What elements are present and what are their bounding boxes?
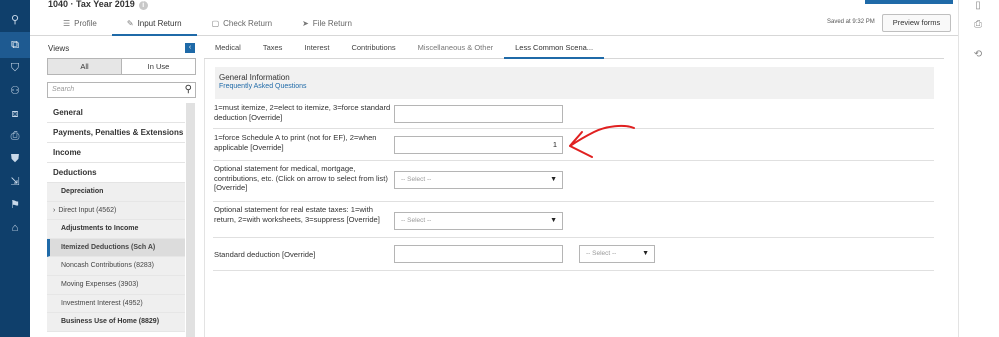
- form-panel: General Information Frequently Asked Que…: [204, 59, 944, 337]
- building-icon[interactable]: ⌂: [7, 220, 23, 236]
- list-item[interactable]: Depreciation: [47, 183, 185, 202]
- preview-forms-button[interactable]: Preview forms: [882, 14, 951, 32]
- clipboard-icon[interactable]: ⎙: [971, 19, 985, 33]
- login-icon[interactable]: ⇲: [7, 174, 23, 190]
- form-row-itemize: 1=must itemize, 2=elect to itemize, 3=fo…: [213, 100, 934, 129]
- chevron-right-icon[interactable]: ›: [53, 207, 55, 214]
- tab-contributions[interactable]: Contributions: [340, 38, 406, 59]
- list-icon: ☰: [63, 19, 71, 28]
- real-estate-taxes-label: Optional statement for real estate taxes…: [214, 205, 380, 224]
- chevron-down-icon: ▼: [550, 217, 557, 224]
- list-item[interactable]: Business Use of Home (8829): [47, 313, 185, 332]
- tab-less-common[interactable]: Less Common Scena...: [504, 38, 605, 59]
- search-icon[interactable]: ⚲: [7, 12, 23, 28]
- filter-all-button[interactable]: All: [48, 59, 122, 74]
- workflow-tabs: ☰ Profile ✎ Input Return ▢ Check Return ➤ Fi…: [48, 14, 367, 36]
- document-icon: ▢: [211, 19, 220, 28]
- schedule-a-label: 1=force Schedule A to print (not for EF)…: [214, 133, 377, 152]
- return-header: 1040 · Tax Year 2019 i ☰ Profile ✎ Input Re…: [30, 0, 958, 36]
- medical-statement-select[interactable]: -- Select -- ▼: [394, 171, 563, 189]
- standard-deduction-input[interactable]: [394, 245, 563, 263]
- returns-icon[interactable]: ⧉: [0, 32, 30, 58]
- tab-file-return[interactable]: ➤ File Return: [287, 14, 367, 36]
- filter-in-use-button[interactable]: In Use: [122, 59, 195, 74]
- tab-interest[interactable]: Interest: [293, 38, 340, 59]
- collapse-sidebar-icon[interactable]: ‹: [185, 43, 195, 53]
- layers-icon[interactable]: ⧈: [7, 106, 23, 122]
- page-title: 1040 · Tax Year 2019 i: [48, 0, 148, 10]
- form-row-schedule-a: 1=force Schedule A to print (not for EF)…: [213, 129, 934, 161]
- list-item[interactable]: Noncash Contributions (8283): [47, 257, 185, 276]
- list-item[interactable]: General: [47, 103, 185, 123]
- flag-icon[interactable]: ⚑: [7, 197, 23, 213]
- section-header: General Information Frequently Asked Que…: [215, 67, 934, 99]
- section-tabs: Medical Taxes Interest Contributions Mis…: [204, 38, 944, 59]
- medical-statement-label: Optional statement for medical, mortgage…: [214, 164, 388, 192]
- info-icon[interactable]: i: [138, 1, 148, 10]
- views-sidebar: Views ‹ All In Use Search ⚲ General Paym…: [44, 38, 196, 337]
- saved-status: Saved at 9:32 PM: [827, 19, 875, 25]
- list-item[interactable]: Payments, Penalties & Extensions: [47, 123, 185, 143]
- tag-icon[interactable]: ⛊: [7, 151, 23, 167]
- clipboard-icon[interactable]: ⎙: [7, 128, 23, 144]
- chevron-down-icon: ▼: [642, 250, 649, 257]
- standard-deduction-label: Standard deduction [Override]: [214, 250, 316, 259]
- list-item[interactable]: Adjustments to Income: [47, 220, 185, 239]
- list-item[interactable]: › Direct Input (4562): [47, 201, 185, 221]
- search-icon[interactable]: ⚲: [185, 84, 192, 96]
- views-list: General Payments, Penalties & Extensions…: [47, 103, 185, 337]
- chevron-down-icon: ▼: [550, 176, 557, 183]
- list-item[interactable]: Income: [47, 143, 185, 163]
- history-icon[interactable]: ⟲: [971, 49, 985, 63]
- views-scrollbar[interactable]: [186, 103, 195, 337]
- form-row-standard-deduction: Standard deduction [Override] -- Select …: [213, 238, 934, 271]
- list-item[interactable]: Deductions: [47, 163, 185, 183]
- left-nav-rail: ⚲ ⧉ ⛉ ⚇ ⧈ ⎙ ⛊ ⇲ ⚑ ⌂: [0, 0, 30, 337]
- pencil-icon: ✎: [126, 19, 134, 28]
- list-item[interactable]: Investment Interest (4952): [47, 294, 185, 314]
- standard-deduction-select[interactable]: -- Select -- ▼: [579, 245, 655, 263]
- tab-medical[interactable]: Medical: [204, 38, 252, 59]
- section-heading: General Information: [219, 73, 290, 82]
- phone-icon[interactable]: ▯: [971, 0, 985, 14]
- real-estate-taxes-select[interactable]: -- Select -- ▼: [394, 212, 563, 230]
- right-tool-rail: ▯ ⎙ ⟲: [958, 0, 999, 337]
- views-search-input[interactable]: Search ⚲: [47, 82, 196, 98]
- itemize-input[interactable]: [394, 105, 563, 123]
- top-action-button-edge[interactable]: [865, 0, 953, 4]
- tab-input-return[interactable]: ✎ Input Return: [111, 14, 197, 36]
- views-title: Views: [48, 44, 70, 53]
- schedule-a-input[interactable]: 1: [394, 136, 563, 154]
- form-row-real-estate-taxes: Optional statement for real estate taxes…: [213, 202, 934, 238]
- clients-icon[interactable]: ⛉: [7, 60, 23, 76]
- list-item-selected[interactable]: Itemized Deductions (Sch A): [47, 238, 185, 258]
- itemize-label: 1=must itemize, 2=elect to itemize, 3=fo…: [214, 103, 391, 122]
- faq-link[interactable]: Frequently Asked Questions: [219, 83, 934, 90]
- tab-taxes[interactable]: Taxes: [252, 38, 294, 59]
- send-icon: ➤: [302, 19, 309, 28]
- form-row-medical-statement: Optional statement for medical, mortgage…: [213, 161, 934, 202]
- tab-profile[interactable]: ☰ Profile: [48, 14, 112, 36]
- views-filter: All In Use: [47, 58, 196, 75]
- tab-check-return[interactable]: ▢ Check Return: [197, 14, 287, 36]
- list-item[interactable]: Moving Expenses (3903): [47, 275, 185, 295]
- people-icon[interactable]: ⚇: [7, 83, 23, 99]
- tab-miscellaneous[interactable]: Miscellaneous & Other: [407, 38, 504, 59]
